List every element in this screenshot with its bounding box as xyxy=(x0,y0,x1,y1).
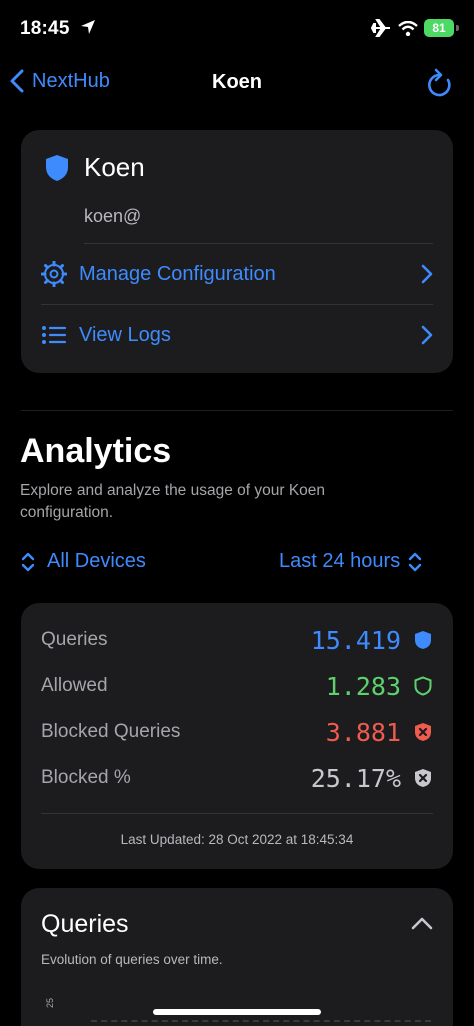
chevron-up-icon xyxy=(411,917,433,930)
airplane-icon xyxy=(370,19,392,42)
shield-x-icon xyxy=(413,722,433,742)
stat-value: 25.17% xyxy=(310,763,401,793)
stat-label: Blocked % xyxy=(41,767,131,788)
stat-row-blocked-queries: Blocked Queries 3.881 xyxy=(41,717,433,747)
stat-label: Allowed xyxy=(41,675,108,696)
page-title: Koen xyxy=(212,71,262,93)
chart-axis-label: 25 xyxy=(45,997,55,1008)
last-updated-text: Last Updated: 28 Oct 2022 at 18:45:34 xyxy=(120,832,354,847)
list-icon xyxy=(42,326,67,344)
analytics-title: Analytics xyxy=(20,432,172,470)
profile-email: koen@ xyxy=(84,206,142,226)
refresh-button[interactable] xyxy=(424,68,454,105)
gear-icon xyxy=(41,261,67,287)
stat-label: Queries xyxy=(41,629,108,650)
shield-x-gray-icon xyxy=(413,768,433,788)
location-arrow-icon xyxy=(80,19,96,40)
stat-row-blocked-percent: Blocked % 25.17% xyxy=(41,763,433,793)
queries-description: Evolution of queries over time. xyxy=(41,952,223,967)
device-filter-picker[interactable]: All Devices xyxy=(21,550,146,573)
profile-card: Koen koen@ Manage Configuration View Log… xyxy=(21,130,453,373)
navigation-bar: NextHub Koen xyxy=(0,56,474,112)
chevron-up-down-icon xyxy=(21,552,35,571)
view-logs-label: View Logs xyxy=(79,323,171,346)
analytics-description: Explore and analyze the usage of your Ko… xyxy=(20,482,326,521)
chevron-right-icon xyxy=(421,325,433,345)
manage-configuration-label: Manage Configuration xyxy=(79,262,276,285)
stat-row-queries: Queries 15.419 xyxy=(41,625,433,655)
device-filter-label: All Devices xyxy=(47,550,146,572)
time-filter-picker[interactable]: Last 24 hours xyxy=(279,550,422,573)
queries-chart-card: Queries Evolution of queries over time. … xyxy=(21,888,453,1026)
battery-cap xyxy=(456,25,459,31)
time-filter-label: Last 24 hours xyxy=(279,550,401,572)
profile-name: Koen xyxy=(84,152,145,182)
chart-gridline xyxy=(91,1020,431,1022)
refresh-icon xyxy=(428,68,451,97)
status-time: 18:45 xyxy=(20,18,70,39)
shield-icon xyxy=(45,154,69,187)
shield-outline-icon xyxy=(413,676,433,696)
battery-indicator: 81 xyxy=(424,19,454,37)
stat-label: Blocked Queries xyxy=(41,721,181,742)
stat-value: 1.283 xyxy=(325,671,401,701)
stat-value: 3.881 xyxy=(325,717,401,747)
stat-row-allowed: Allowed 1.283 xyxy=(41,671,433,701)
chevron-right-icon xyxy=(421,264,433,284)
stat-value: 15.419 xyxy=(310,625,401,655)
status-bar: 18:45 81 xyxy=(0,0,474,56)
shield-filled-icon xyxy=(413,630,433,650)
manage-configuration-link[interactable]: Manage Configuration xyxy=(41,244,433,304)
chevron-up-down-icon xyxy=(409,552,422,571)
stats-card: Queries 15.419 Allowed 1.283 Blocked Que… xyxy=(21,603,453,869)
queries-title: Queries xyxy=(41,910,129,938)
home-indicator[interactable] xyxy=(153,1009,321,1015)
wifi-icon xyxy=(398,20,418,41)
section-divider xyxy=(21,410,453,411)
collapse-button[interactable] xyxy=(411,916,433,935)
divider xyxy=(41,813,433,814)
view-logs-link[interactable]: View Logs xyxy=(41,305,433,365)
